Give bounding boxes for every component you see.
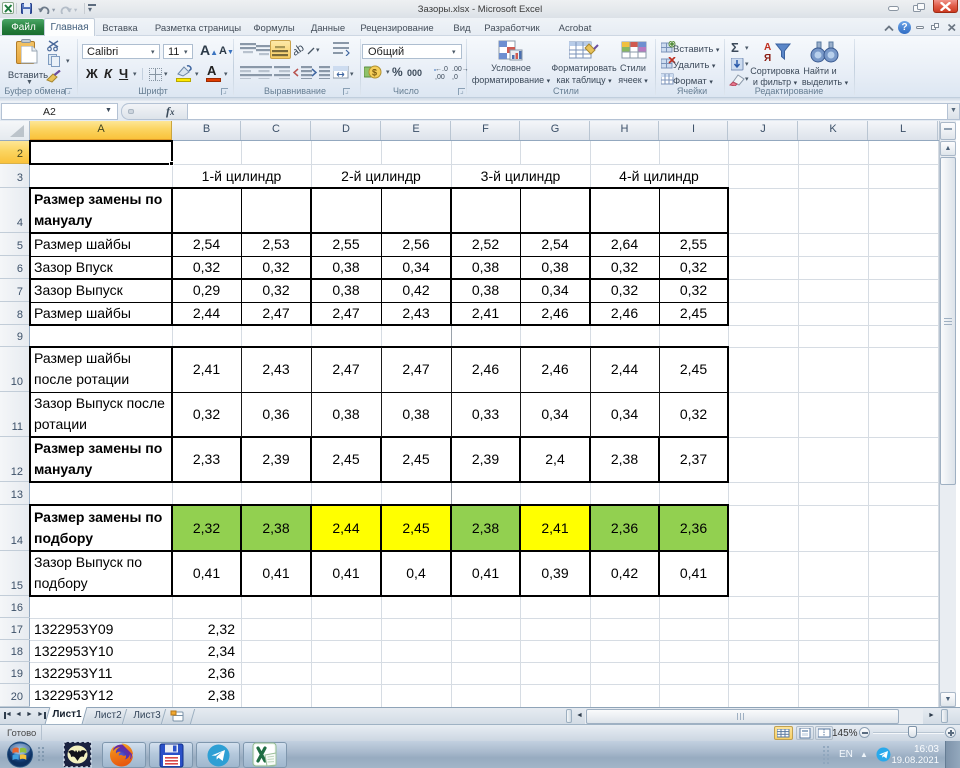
svg-text:ab: ab <box>294 42 306 58</box>
svg-text:←.0: ←.0 <box>435 66 448 73</box>
svg-text:А: А <box>764 42 771 53</box>
svg-text:,00: ,00 <box>435 74 445 80</box>
svg-text:$: $ <box>372 68 377 78</box>
svg-text:Я: Я <box>764 53 771 64</box>
svg-text:,0: ,0 <box>452 74 458 80</box>
